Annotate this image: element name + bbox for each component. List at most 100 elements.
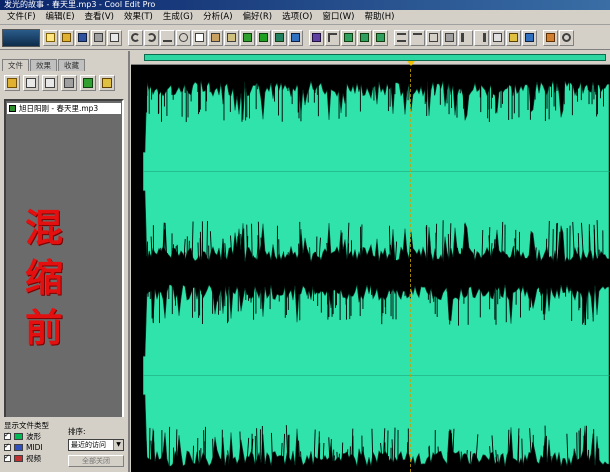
import-icon: [26, 78, 36, 88]
save-as-icon: [94, 33, 103, 42]
menu-window[interactable]: 窗口(W): [317, 10, 359, 24]
zoom-selection-button[interactable]: [442, 29, 457, 46]
sort-select[interactable]: 最近的访问 ▼: [68, 439, 124, 451]
menu-help[interactable]: 帮助(H): [359, 10, 399, 24]
close-all-button[interactable]: 全部关闭: [68, 455, 124, 467]
waveform-view-icon: [312, 33, 321, 42]
edit-file-button[interactable]: [61, 75, 77, 91]
close-file-button[interactable]: [107, 29, 122, 46]
edit-file-icon: [64, 78, 74, 88]
redo-icon: [147, 33, 156, 42]
help-icon: [102, 78, 112, 88]
playhead-marker-icon[interactable]: [407, 61, 415, 66]
mix-paste-button[interactable]: [224, 29, 239, 46]
gear-icon: [562, 33, 571, 42]
waveform-file-icon: [9, 105, 16, 112]
save-as-button[interactable]: [91, 29, 106, 46]
playback-cursor[interactable]: [410, 69, 411, 472]
zoom-right-button[interactable]: [474, 29, 489, 46]
waveform-display[interactable]: [131, 51, 610, 472]
organizer-panel: 文件 效果 收藏 旭日阳刚 - 春天里.mp3 混 缩 前 显示文件类型 ✓ 波…: [0, 51, 130, 472]
settings-button[interactable]: [559, 29, 574, 46]
save-button[interactable]: [75, 29, 90, 46]
multitrack-button[interactable]: [341, 29, 356, 46]
tab-favorites[interactable]: 收藏: [58, 59, 85, 71]
zoom-full-button[interactable]: [426, 29, 441, 46]
main-toolbar: [0, 26, 610, 50]
overview-bar[interactable]: [131, 51, 610, 66]
paste-button[interactable]: [208, 29, 223, 46]
video-checkbox[interactable]: [4, 453, 11, 462]
redo-button[interactable]: [144, 29, 159, 46]
overlay-caption: 混 缩 前: [24, 203, 64, 353]
cut-button[interactable]: [176, 29, 191, 46]
loop-button[interactable]: [240, 29, 255, 46]
noise-reduction-button[interactable]: [522, 29, 537, 46]
zoom-selection-icon: [445, 33, 454, 42]
zoom-vertical-button[interactable]: [490, 29, 505, 46]
menu-favorites[interactable]: 偏好(R): [238, 10, 278, 24]
open-file-panel-button[interactable]: [4, 75, 20, 91]
tab-files[interactable]: 文件: [2, 59, 29, 71]
mixer-icon: [360, 33, 369, 42]
list-item[interactable]: 旭日阳刚 - 春天里.mp3: [7, 103, 121, 114]
spectral-button[interactable]: [288, 29, 303, 46]
overview-range[interactable]: [144, 54, 606, 61]
file-type-label: 显示文件类型: [4, 421, 49, 430]
spectral-icon: [291, 33, 300, 42]
paste-icon: [211, 33, 220, 42]
undo-button[interactable]: [128, 29, 143, 46]
save-icon: [78, 33, 87, 42]
open-file-button[interactable]: [59, 29, 74, 46]
new-file-button[interactable]: [43, 29, 58, 46]
effects-icon: [546, 33, 555, 42]
repeat-button[interactable]: [160, 29, 175, 46]
midi-checkbox[interactable]: [4, 442, 11, 451]
menu-file[interactable]: 文件(F): [2, 10, 41, 24]
import-button[interactable]: [23, 75, 39, 91]
overlay-char-2: 缩: [24, 255, 63, 300]
undo-icon: [131, 33, 140, 42]
mixer-button[interactable]: [357, 29, 372, 46]
menu-options[interactable]: 选项(O): [277, 10, 317, 24]
waveform-view-button[interactable]: [309, 29, 324, 46]
zoom-out-button[interactable]: [410, 29, 425, 46]
waveform-checkbox[interactable]: [4, 431, 11, 440]
copy-button[interactable]: [192, 29, 207, 46]
record-button[interactable]: [256, 29, 271, 46]
menu-edit[interactable]: 编辑(E): [41, 10, 80, 24]
waveform-channels[interactable]: [143, 69, 610, 472]
zoom-left-button[interactable]: [458, 29, 473, 46]
sort-label: 排序:: [68, 427, 86, 436]
zoom-left-icon: [461, 33, 470, 42]
menu-analyze[interactable]: 分析(A): [198, 10, 237, 24]
organizer-tabs: 文件 效果 收藏: [0, 59, 128, 71]
right-channel[interactable]: [143, 279, 610, 472]
left-channel[interactable]: [143, 75, 610, 268]
tab-effects[interactable]: 效果: [30, 59, 57, 71]
waveform-type-label: 波形: [26, 432, 41, 441]
overlay-char-3: 前: [24, 305, 63, 350]
help-panel-button[interactable]: [99, 75, 115, 91]
open-folder-icon: [62, 33, 71, 42]
record-icon: [259, 33, 268, 42]
insert-icon: [83, 78, 93, 88]
close-panel-file-button[interactable]: [42, 75, 58, 91]
menu-generate[interactable]: 生成(G): [158, 10, 198, 24]
menu-view[interactable]: 查看(V): [80, 10, 119, 24]
new-file-icon: [46, 33, 55, 42]
organizer-toolbar: [0, 71, 128, 95]
timing-button[interactable]: [272, 29, 287, 46]
menu-bar: 文件(F) 编辑(E) 查看(V) 效果(T) 生成(G) 分析(A) 偏好(R…: [0, 10, 610, 25]
cd-button[interactable]: [373, 29, 388, 46]
open-folder-icon: [7, 78, 17, 88]
effects-button[interactable]: [543, 29, 558, 46]
marker-button[interactable]: [325, 29, 340, 46]
file-type-options: 显示文件类型 波形 MIDI 视频 排序: 最近的访问 ▼ 全: [0, 417, 128, 472]
insert-button[interactable]: [80, 75, 96, 91]
file-list: 旭日阳刚 - 春天里.mp3: [4, 99, 124, 463]
normalize-button[interactable]: [506, 29, 521, 46]
file-name: 旭日阳刚 - 春天里.mp3: [19, 104, 99, 113]
zoom-in-button[interactable]: [394, 29, 409, 46]
menu-effects[interactable]: 效果(T): [119, 10, 158, 24]
